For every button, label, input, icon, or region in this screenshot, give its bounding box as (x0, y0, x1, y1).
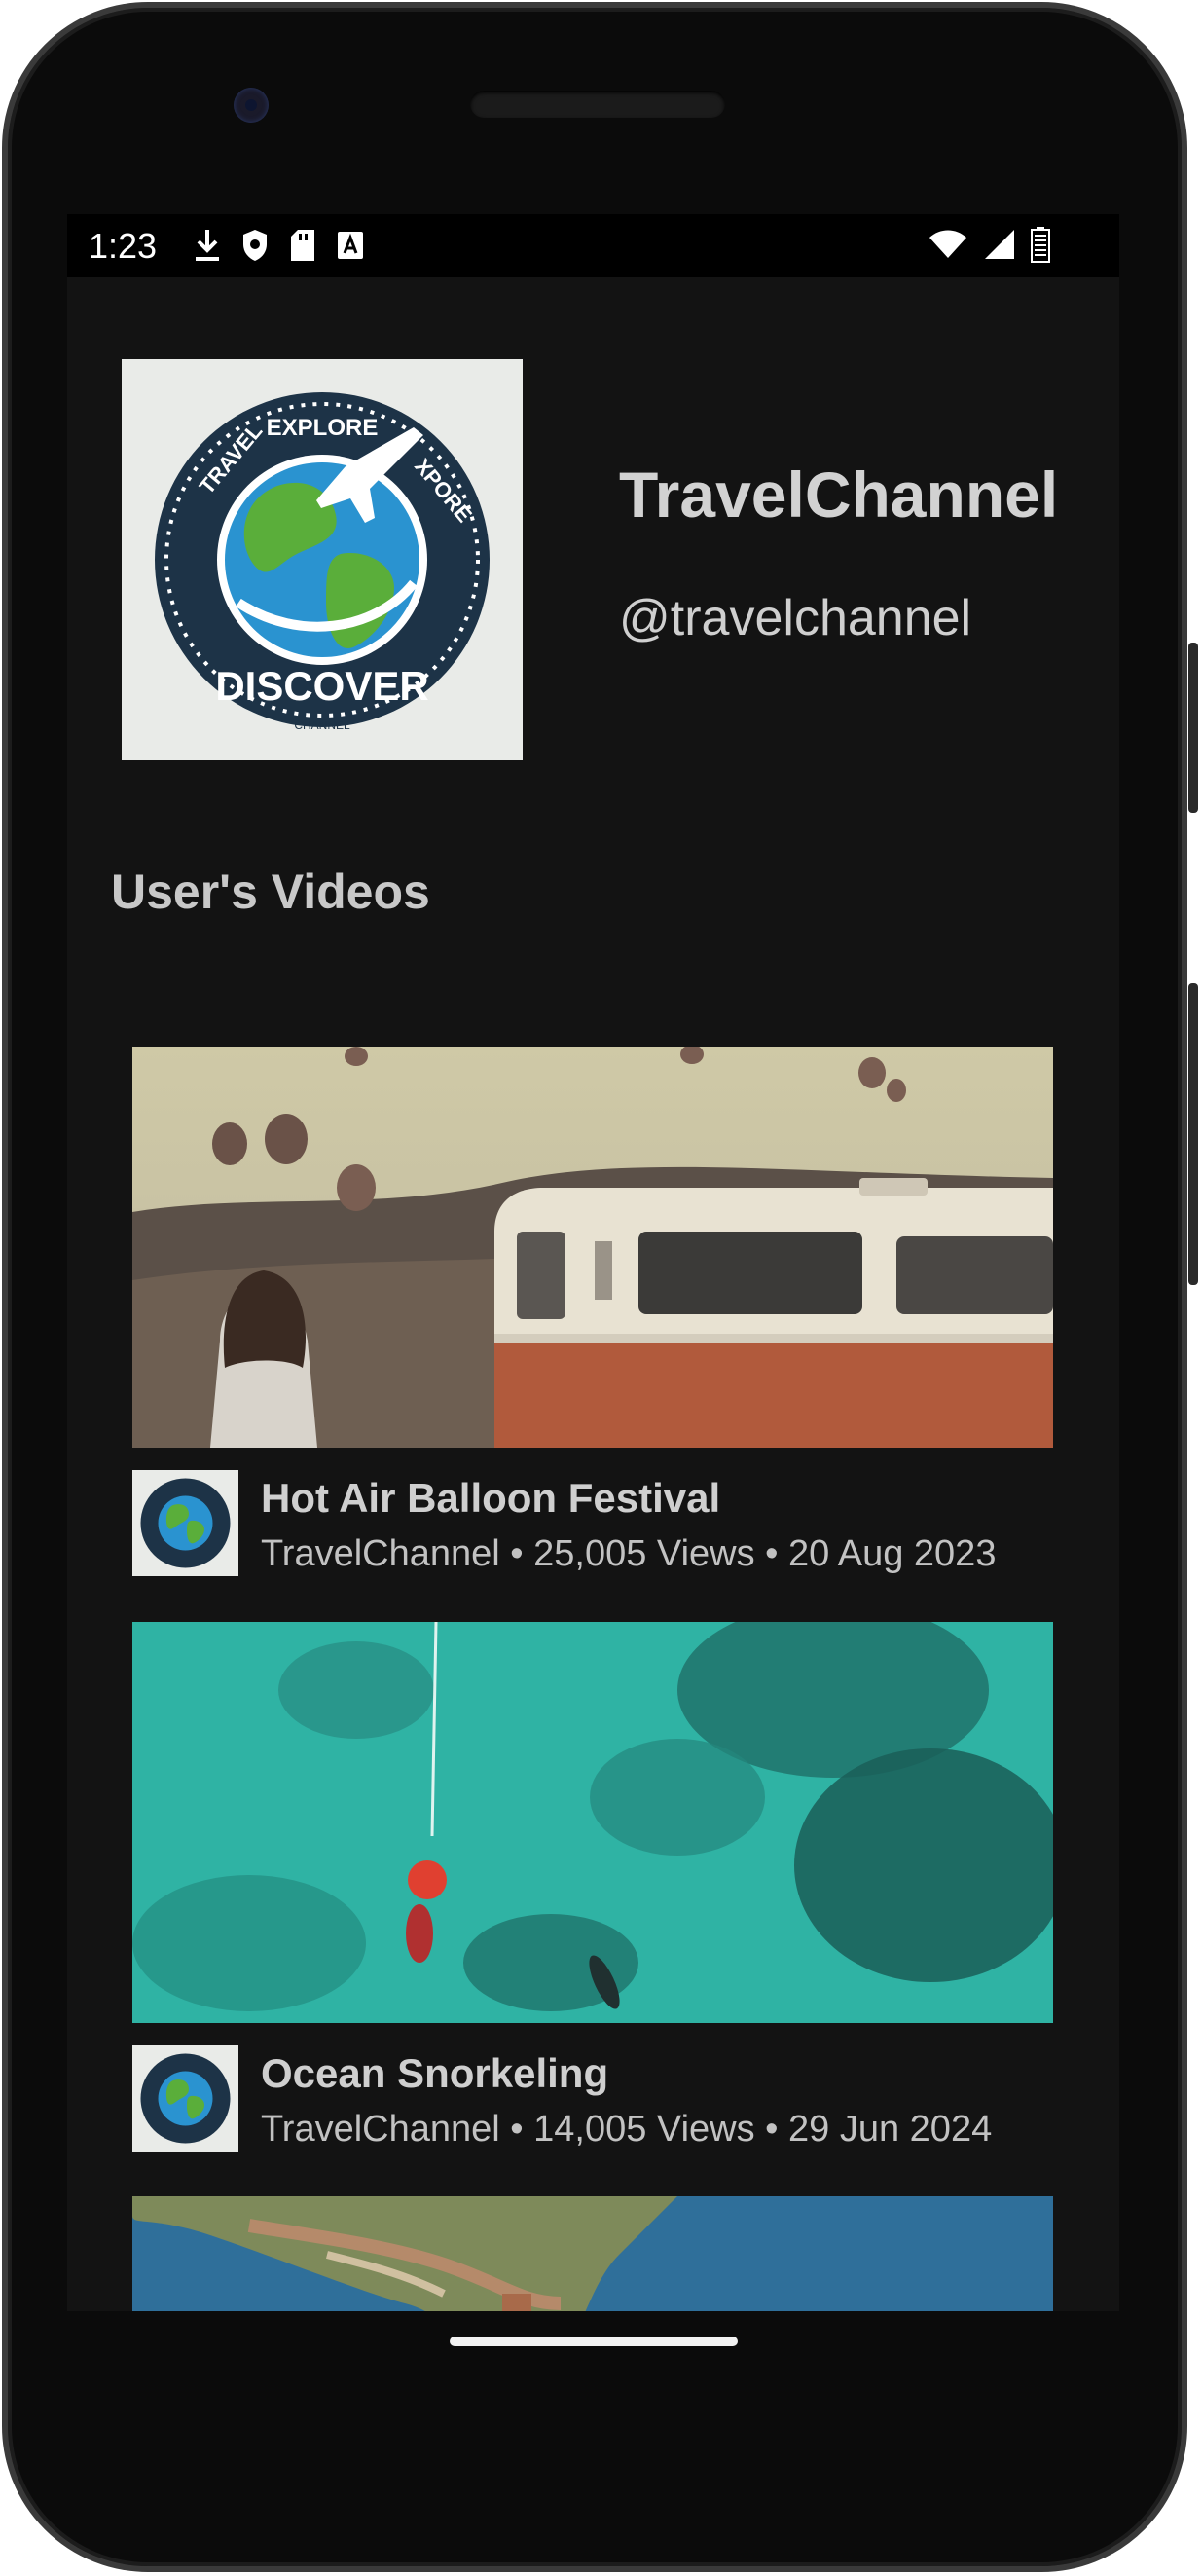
channel-handle: @travelchannel (619, 590, 972, 646)
home-gesture-bar[interactable] (450, 2337, 738, 2346)
video-meta: TravelChannel • 14,005 Views • 29 Jun 20… (261, 2109, 993, 2150)
channel-logo-icon (132, 2045, 238, 2152)
channel-name: TravelChannel (619, 459, 1059, 531)
status-time: 1:23 (89, 226, 158, 266)
video-meta: TravelChannel • 25,005 Views • 20 Aug 20… (261, 1533, 997, 1574)
video-channel-avatar[interactable] (132, 1470, 238, 1576)
keyboard-a-icon (338, 232, 363, 259)
svg-text:EXPLORE: EXPLORE (267, 415, 379, 441)
video-card[interactable]: Hot Air Balloon Festival TravelChannel •… (132, 1047, 1053, 1576)
shield-icon (243, 230, 267, 261)
video-title[interactable]: Hot Air Balloon Festival (261, 1475, 720, 1522)
wifi-icon (929, 230, 966, 258)
volume-button (1188, 643, 1198, 813)
video-channel-avatar[interactable] (132, 2045, 238, 2152)
ocean-thumbnail-image (132, 1622, 1053, 2023)
channel-logo-icon: DISCOVER EXPLORE TRAVEL XPORE CHANNEL (122, 359, 523, 760)
front-camera (234, 88, 269, 123)
coast-thumbnail-image (132, 2196, 1053, 2311)
power-button (1188, 983, 1198, 1285)
profile-content[interactable]: DISCOVER EXPLORE TRAVEL XPORE CHANNEL Tr… (67, 277, 1119, 2311)
sdcard-icon (291, 230, 314, 261)
download-icon (196, 230, 219, 261)
signal-icon (985, 230, 1014, 259)
svg-text:CHANNEL: CHANNEL (294, 718, 350, 732)
channel-avatar[interactable]: DISCOVER EXPLORE TRAVEL XPORE CHANNEL (122, 359, 523, 760)
balloon-van-thumbnail-image (132, 1047, 1053, 1448)
channel-logo-icon (132, 1470, 238, 1576)
video-thumbnail[interactable] (132, 2196, 1053, 2311)
video-card[interactable] (132, 2196, 1053, 2311)
video-thumbnail[interactable] (132, 1047, 1053, 1448)
earpiece-speaker (470, 91, 725, 118)
status-bar: 1:23 (67, 214, 1119, 277)
section-title-users-videos: User's Videos (111, 865, 430, 919)
video-thumbnail[interactable] (132, 1622, 1053, 2023)
battery-icon (1031, 227, 1050, 263)
app-screen: 1:23 DISCOVER EXPLORE TRAVEL XPORE CHANN… (67, 214, 1119, 2311)
logo-discover-text: DISCOVER (215, 663, 428, 709)
video-card[interactable]: Ocean Snorkeling TravelChannel • 14,005 … (132, 1622, 1053, 2152)
video-title[interactable]: Ocean Snorkeling (261, 2050, 608, 2097)
